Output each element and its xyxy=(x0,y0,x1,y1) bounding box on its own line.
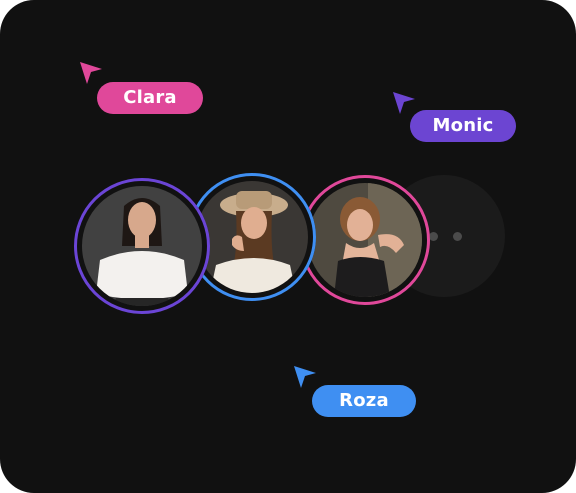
avatar-photo-icon xyxy=(196,181,308,293)
monic-name-tag: Monic xyxy=(410,110,516,142)
avatar-photo-icon xyxy=(82,186,202,306)
collaboration-card: Clara Monic Roza xyxy=(0,0,576,493)
clara-name-tag: Clara xyxy=(97,82,203,114)
avatar-3[interactable] xyxy=(300,175,430,305)
more-dot-icon xyxy=(429,232,438,241)
avatar-photo-icon xyxy=(308,183,422,297)
roza-name-label: Roza xyxy=(339,390,389,411)
more-dot-icon xyxy=(453,232,462,241)
avatar-1[interactable] xyxy=(74,178,210,314)
monic-name-label: Monic xyxy=(432,115,494,136)
monic-cursor-icon xyxy=(393,92,415,114)
roza-cursor-icon xyxy=(294,366,316,388)
roza-name-tag: Roza xyxy=(312,385,416,417)
clara-name-label: Clara xyxy=(123,87,177,108)
clara-cursor-icon xyxy=(80,62,102,84)
